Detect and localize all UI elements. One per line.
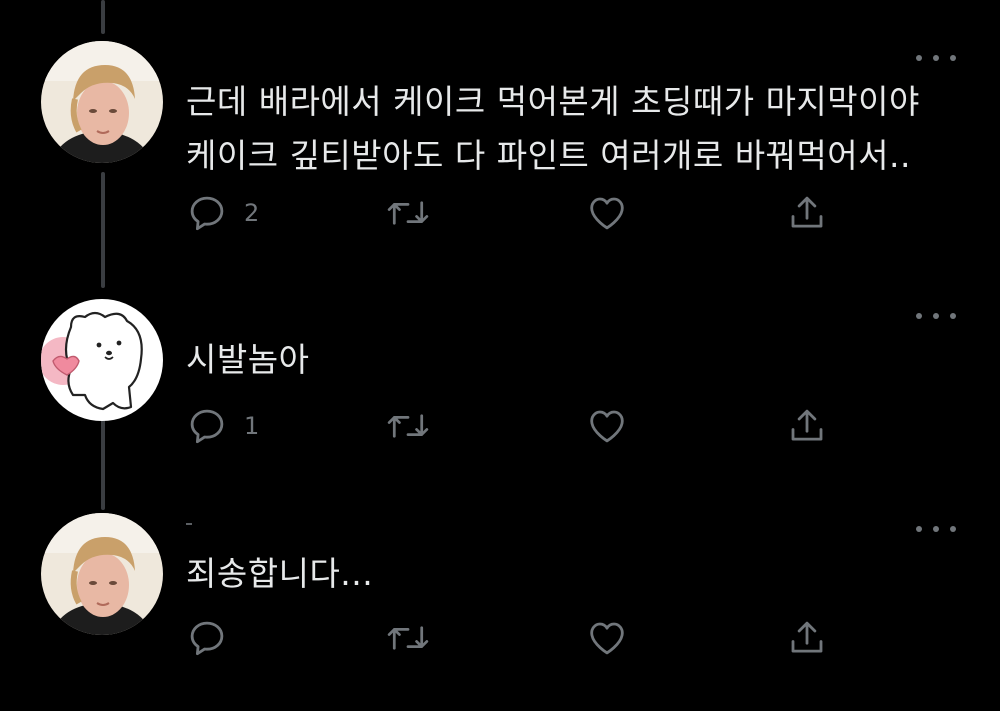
more-dot <box>950 526 956 532</box>
tweet-3[interactable]: 죄송합니다... <box>0 490 1000 711</box>
more-options-button[interactable] <box>916 50 956 66</box>
more-dot <box>950 55 956 61</box>
avatar[interactable] <box>41 41 163 163</box>
share-button[interactable] <box>786 191 828 235</box>
tweet-text: 죄송합니다... <box>186 554 374 593</box>
heart-icon <box>590 197 624 230</box>
reply-button[interactable] <box>186 616 244 660</box>
user-photo-avatar-icon <box>41 41 163 163</box>
more-dot <box>933 313 939 319</box>
avatar[interactable] <box>41 513 163 635</box>
reply-icon <box>190 409 224 444</box>
retweet-icon <box>387 201 429 225</box>
like-button[interactable] <box>586 191 628 235</box>
tweet-text: 근데 배라에서 케이크 먹어본게 초딩때가 마지막이야 케이크 깊티받아도 다 … <box>186 82 920 175</box>
white-bear-avatar-icon <box>41 299 163 421</box>
more-options-button[interactable] <box>916 308 956 324</box>
tweet-2[interactable]: 시발놈아 1 <box>0 260 1000 490</box>
reply-icon <box>190 196 224 231</box>
more-dot <box>933 55 939 61</box>
tweet-text: 시발놈아 <box>186 340 310 379</box>
share-button[interactable] <box>786 616 828 660</box>
share-icon <box>791 621 823 653</box>
more-dot <box>950 313 956 319</box>
heart-icon <box>590 410 624 443</box>
more-options-button[interactable] <box>916 521 956 537</box>
retweet-button[interactable] <box>384 404 432 448</box>
reply-count: 1 <box>244 412 260 440</box>
separator-mark <box>186 523 192 525</box>
like-button[interactable] <box>586 616 628 660</box>
heart-icon <box>590 622 624 655</box>
reply-button[interactable]: 1 <box>186 404 259 448</box>
tweet-actions: 2 <box>186 191 846 235</box>
retweet-icon <box>387 626 429 650</box>
retweet-button[interactable] <box>384 191 432 235</box>
tweet-actions <box>186 616 846 660</box>
retweet-button[interactable] <box>384 616 432 660</box>
user-photo-avatar-icon <box>41 513 163 635</box>
more-dot <box>933 526 939 532</box>
more-dot <box>916 526 922 532</box>
share-button[interactable] <box>786 404 828 448</box>
share-icon <box>791 409 823 441</box>
share-icon <box>791 196 823 228</box>
avatar[interactable] <box>41 299 163 421</box>
tweet-1[interactable]: 근데 배라에서 케이크 먹어본게 초딩때가 마지막이야 케이크 깊티받아도 다 … <box>0 0 1000 260</box>
more-dot <box>916 313 922 319</box>
more-dot <box>916 55 922 61</box>
reply-icon <box>190 621 224 656</box>
tweet-actions: 1 <box>186 404 846 448</box>
retweet-icon <box>387 414 429 438</box>
reply-count: 2 <box>244 199 260 227</box>
reply-button[interactable]: 2 <box>186 191 259 235</box>
like-button[interactable] <box>586 404 628 448</box>
